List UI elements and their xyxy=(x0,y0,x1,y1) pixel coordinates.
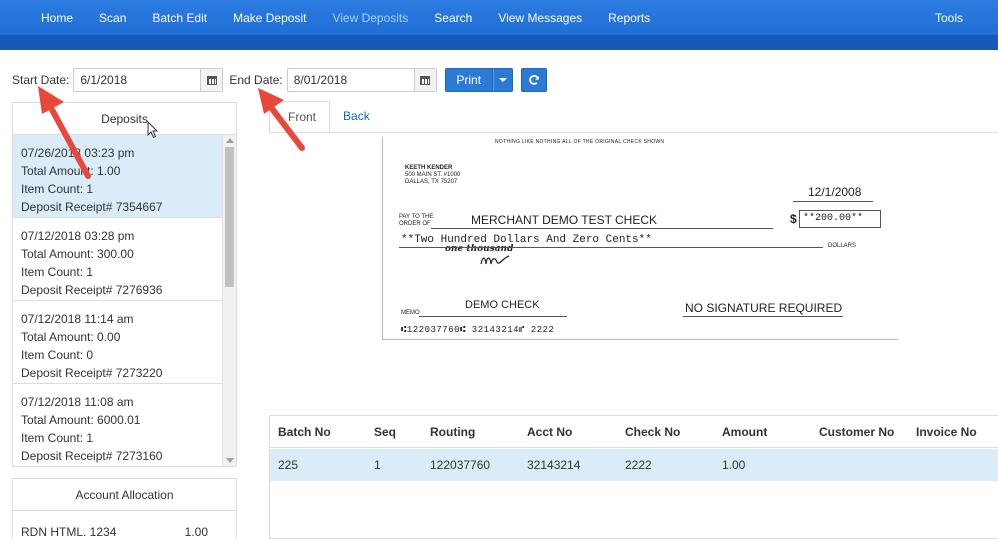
col-acct-no[interactable]: Acct No xyxy=(527,425,572,439)
deposit-count: Item Count: 1 xyxy=(21,265,94,279)
deposit-amount: Total Amount: 0.00 xyxy=(21,330,121,344)
col-batch-no[interactable]: Batch No xyxy=(278,425,331,439)
deposit-receipt: Deposit Receipt# 7354667 xyxy=(21,200,163,214)
signature-note: NO SIGNATURE REQUIRED xyxy=(685,301,843,315)
payee-name: MERCHANT DEMO TEST CHECK xyxy=(471,213,658,227)
tab-divider xyxy=(269,132,998,133)
cell-routing: 122037760 xyxy=(430,458,491,472)
payer-address-line1: 500 MAIN ST. #1000 xyxy=(405,172,461,178)
nav-make-deposit[interactable]: Make Deposit xyxy=(220,0,319,36)
check-header-text: NOTHING LIKE NOTHING ALL OF THE ORIGINAL… xyxy=(495,139,665,145)
deposit-receipt: Deposit Receipt# 7276936 xyxy=(21,283,163,297)
amount-box: **200.00** xyxy=(799,210,881,228)
nav-home[interactable]: Home xyxy=(0,0,86,36)
deposit-item[interactable]: 07/12/2018 03:28 pm Total Amount: 300.00… xyxy=(13,218,222,301)
cell-amount: 1.00 xyxy=(722,458,746,472)
written-amount: **Two Hundred Dollars And Zero Cents** xyxy=(401,234,652,246)
print-button[interactable]: Print xyxy=(444,68,493,92)
table-header: Batch No Seq Routing Acct No Check No Am… xyxy=(270,416,998,448)
cell-acct-no: 32143214 xyxy=(527,458,581,472)
deposit-date: 07/12/2018 11:08 am xyxy=(21,395,134,409)
deposits-list: 07/26/2018 03:23 pm Total Amount: 1.00 I… xyxy=(13,135,222,466)
payer-name: KEETH KENDER xyxy=(405,165,453,171)
caret-down-icon xyxy=(498,78,507,82)
top-navbar: Home Scan Batch Edit Make Deposit View D… xyxy=(0,0,998,50)
col-invoice-no[interactable]: Invoice No xyxy=(916,425,977,439)
memo-label: MEMO xyxy=(401,310,420,316)
check-items-table: Batch No Seq Routing Acct No Check No Am… xyxy=(269,415,998,539)
nav-tools[interactable]: Tools xyxy=(922,0,976,36)
micr-line: ⑆122037760⑆ 32143214⑈ 2222 xyxy=(401,325,555,335)
table-row[interactable]: 225 1 122037760 32143214 2222 1.00 xyxy=(270,449,998,481)
signature-line xyxy=(683,316,843,317)
col-amount[interactable]: Amount xyxy=(722,425,767,439)
memo-line xyxy=(419,316,567,317)
check-image: NOTHING LIKE NOTHING ALL OF THE ORIGINAL… xyxy=(382,137,898,340)
cell-seq: 1 xyxy=(374,458,381,472)
refresh-button[interactable] xyxy=(520,68,547,92)
account-allocation-title: Account Allocation xyxy=(13,479,236,511)
check-date: 12/1/2008 xyxy=(808,185,862,199)
col-seq[interactable]: Seq xyxy=(374,425,396,439)
deposits-scrollbar[interactable] xyxy=(222,135,236,466)
nav-view-deposits[interactable]: View Deposits xyxy=(319,0,421,36)
payee-line xyxy=(431,228,773,229)
col-customer-no[interactable]: Customer No xyxy=(819,425,894,439)
print-button-group: Print xyxy=(444,68,513,92)
print-dropdown-button[interactable] xyxy=(492,68,513,92)
pay-to-label: PAY TO THE xyxy=(399,214,434,220)
dollar-sign: $ xyxy=(790,212,797,226)
refresh-icon xyxy=(528,74,539,85)
deposit-amount: Total Amount: 6000.01 xyxy=(21,413,141,427)
allocation-row: RDN HTML. 1234 1.00 xyxy=(13,525,236,539)
col-check-no[interactable]: Check No xyxy=(625,425,680,439)
annotation-arrow-end-date xyxy=(258,88,305,151)
nav-strip xyxy=(0,36,998,50)
deposit-item[interactable]: 07/12/2018 11:14 am Total Amount: 0.00 I… xyxy=(13,301,222,384)
allocation-name: RDN HTML. 1234 xyxy=(21,525,117,539)
deposit-receipt: Deposit Receipt# 7273220 xyxy=(21,366,163,380)
memo-text: DEMO CHECK xyxy=(465,299,540,311)
calendar-icon[interactable] xyxy=(413,69,436,91)
dollars-label: DOLLARS xyxy=(828,243,857,249)
calendar-icon[interactable] xyxy=(200,69,223,91)
deposit-date: 07/12/2018 11:14 am xyxy=(21,312,134,326)
deposit-date: 07/12/2018 03:28 pm xyxy=(21,229,135,243)
deposit-count: Item Count: 1 xyxy=(21,431,94,445)
scroll-thumb[interactable] xyxy=(225,147,234,287)
mouse-cursor-icon xyxy=(147,121,159,139)
cell-batch-no: 225 xyxy=(278,458,299,472)
col-routing[interactable]: Routing xyxy=(430,425,475,439)
nav-search[interactable]: Search xyxy=(421,0,485,36)
cell-check-no: 2222 xyxy=(625,458,652,472)
deposit-amount: Total Amount: 300.00 xyxy=(21,247,134,261)
date-line xyxy=(793,201,873,202)
payer-address-line2: DALLAS, TX 75207 xyxy=(405,179,458,185)
allocation-amount: 1.00 xyxy=(184,525,208,539)
scroll-down-icon[interactable] xyxy=(226,458,234,463)
nav-batch-edit[interactable]: Batch Edit xyxy=(139,0,220,36)
nav-reports[interactable]: Reports xyxy=(595,0,663,36)
account-allocation-panel: Account Allocation RDN HTML. 1234 1.00 xyxy=(12,478,237,539)
nav-view-messages[interactable]: View Messages xyxy=(485,0,595,36)
deposit-count: Item Count: 0 xyxy=(21,348,94,362)
tab-back[interactable]: Back xyxy=(330,101,383,133)
deposit-item[interactable]: 07/12/2018 11:08 am Total Amount: 6000.0… xyxy=(13,384,222,466)
nav-bar: Home Scan Batch Edit Make Deposit View D… xyxy=(0,0,998,36)
scroll-up-icon[interactable] xyxy=(226,138,234,143)
order-of-label: ORDER OF xyxy=(399,221,431,227)
handwritten-initials xyxy=(480,255,510,265)
deposit-receipt: Deposit Receipt# 7273160 xyxy=(21,449,163,463)
nav-scan[interactable]: Scan xyxy=(86,0,139,36)
amount-line xyxy=(399,247,823,248)
annotation-arrow-start-date xyxy=(38,86,91,179)
